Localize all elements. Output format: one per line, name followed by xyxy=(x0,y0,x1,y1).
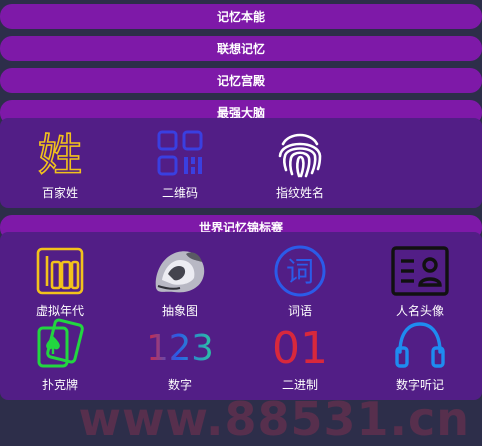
menu-label: 记忆宫殿 xyxy=(216,74,265,88)
tile-label: 词语 xyxy=(287,304,312,318)
tile-playing-cards[interactable]: 扑克牌 xyxy=(10,318,110,400)
playing-cards-icon xyxy=(29,318,91,372)
abacus-icon xyxy=(29,244,91,298)
menu-item-instinct[interactable]: 记忆本能 xyxy=(0,4,482,29)
tile-number-listening[interactable]: 数字听记 xyxy=(370,318,470,400)
world-championship-panel: 虚拟年代 抽象图 词 词语 人名头像 扑克牌 123 数字 01 二进制 数字听… xyxy=(0,232,482,400)
tile-binary[interactable]: 01 二进制 xyxy=(250,318,350,400)
tile-label: 数字听记 xyxy=(395,378,444,392)
tile-fingerprint-name[interactable]: 指纹姓名 xyxy=(250,126,350,208)
surname-glyph: 姓 xyxy=(38,130,82,180)
tile-label: 抽象图 xyxy=(161,304,198,318)
tile-label: 二进制 xyxy=(281,378,318,392)
menu-label: 联想记忆 xyxy=(216,42,265,56)
abstract-image-icon xyxy=(149,244,211,298)
tile-numbers[interactable]: 123 数字 xyxy=(130,318,230,400)
tile-label: 数字 xyxy=(167,378,192,392)
numbers-glyph: 123 xyxy=(149,328,211,369)
tile-abstract-image[interactable]: 抽象图 xyxy=(130,244,230,326)
numbers-icon: 123 xyxy=(149,318,211,372)
tile-label: 虚拟年代 xyxy=(35,304,84,318)
qr-code-icon xyxy=(149,126,211,180)
tile-label: 扑克牌 xyxy=(41,378,78,392)
menu-label: 记忆本能 xyxy=(216,10,265,24)
tile-virtual-era[interactable]: 虚拟年代 xyxy=(10,244,110,326)
id-card-icon xyxy=(389,244,451,298)
word-circle-icon: 词 xyxy=(269,244,331,298)
tile-label: 人名头像 xyxy=(395,304,444,318)
tile-qr-code[interactable]: 二维码 xyxy=(130,126,230,208)
headphones-icon xyxy=(389,318,451,372)
strongest-brain-panel: 姓 百家姓 二维码 指纹姓名 xyxy=(0,118,482,208)
binary-icon: 01 xyxy=(269,318,331,372)
menu-item-memory-palace[interactable]: 记忆宫殿 xyxy=(0,68,482,93)
surname-glyph-icon: 姓 xyxy=(29,126,91,180)
watermark: www.88531.cn xyxy=(78,392,470,446)
tile-label: 二维码 xyxy=(161,186,198,200)
tile-name-avatar[interactable]: 人名头像 xyxy=(370,244,470,326)
fingerprint-icon xyxy=(269,126,331,180)
binary-glyph: 01 xyxy=(272,323,328,372)
word-glyph: 词 xyxy=(286,255,314,288)
menu-item-association[interactable]: 联想记忆 xyxy=(0,36,482,61)
tile-surnames[interactable]: 姓 百家姓 xyxy=(10,126,110,208)
tile-words[interactable]: 词 词语 xyxy=(250,244,350,326)
tile-label: 百家姓 xyxy=(41,186,78,200)
tile-label: 指纹姓名 xyxy=(275,186,324,200)
